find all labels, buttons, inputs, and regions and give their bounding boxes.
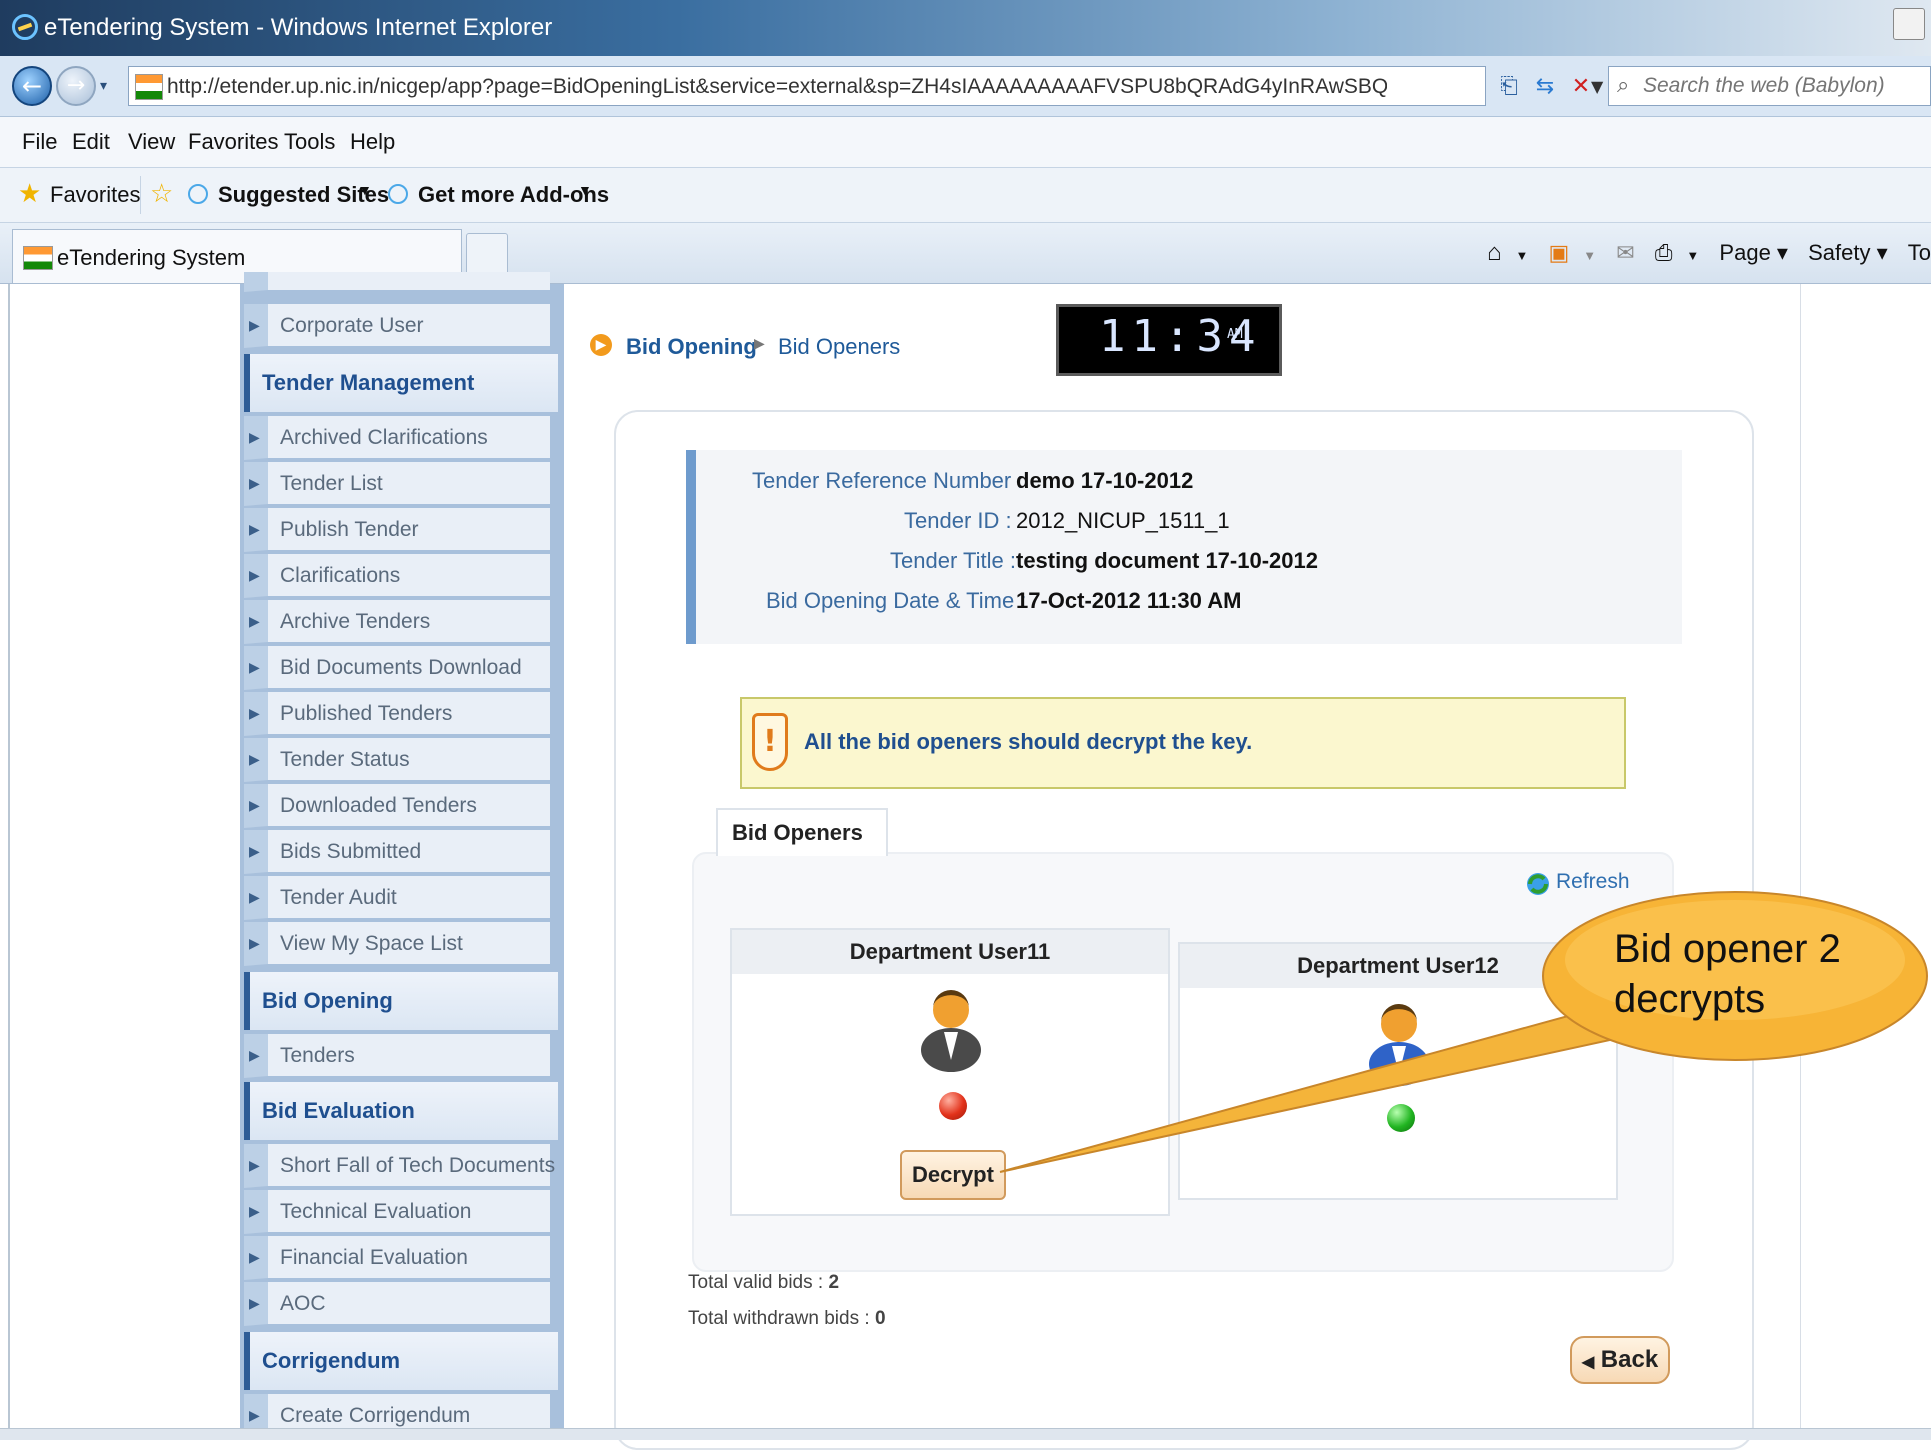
status-bar <box>0 1428 1931 1440</box>
callout-text: Bid opener 2 decrypts <box>1614 924 1841 1024</box>
callout-line: decrypts <box>1614 977 1766 1021</box>
callout-shape <box>999 891 1928 1173</box>
callout-line: Bid opener 2 <box>1614 927 1841 971</box>
